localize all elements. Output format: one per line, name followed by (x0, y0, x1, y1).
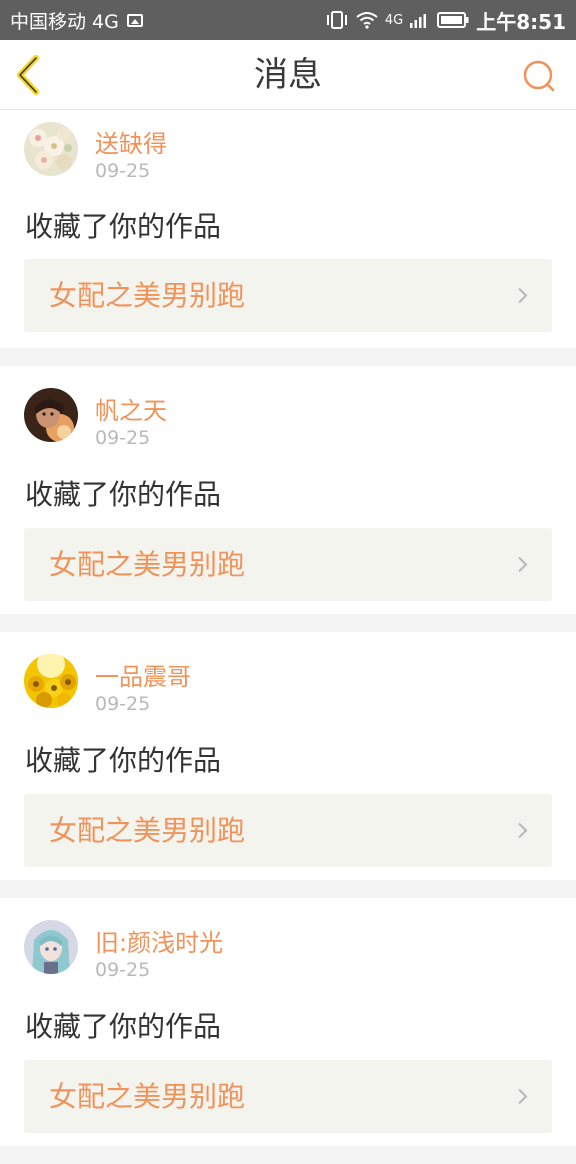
battery-icon (437, 12, 469, 28)
message-card: 一品震哥 09-25 收藏了你的作品 女配之美男别跑 (0, 632, 576, 880)
message-date: 09-25 (95, 427, 151, 449)
message-date: 09-25 (95, 693, 151, 715)
work-link[interactable]: 女配之美男别跑 (24, 259, 552, 332)
wifi-icon (356, 12, 378, 29)
message-card: 送缺得 09-25 收藏了你的作品 女配之美男别跑 (0, 110, 576, 348)
chevron-right-icon (518, 287, 528, 304)
network-type-label: 4G (384, 12, 404, 28)
action-text: 收藏了你的作品 (25, 744, 222, 777)
message-list: 送缺得 09-25 收藏了你的作品 女配之美男别跑 帆之天 09-25 收藏了你… (0, 110, 576, 1164)
avatar[interactable] (24, 122, 78, 176)
chevron-right-icon (518, 822, 528, 839)
message-date: 09-25 (95, 959, 151, 981)
username[interactable]: 一品震哥 (95, 657, 191, 692)
work-title: 女配之美男别跑 (49, 814, 246, 847)
work-link[interactable]: 女配之美男别跑 (24, 528, 552, 601)
search-button[interactable] (520, 57, 558, 95)
message-card: 旧:颜浅时光 09-25 收藏了你的作品 女配之美男别跑 (0, 898, 576, 1146)
top-navigation-bar: 消息 (0, 40, 576, 110)
sunflower-avatar-image (24, 654, 78, 708)
action-text: 收藏了你的作品 (25, 478, 222, 511)
username[interactable]: 帆之天 (95, 391, 167, 426)
username[interactable]: 旧:颜浅时光 (95, 923, 223, 958)
work-title: 女配之美男别跑 (49, 1080, 246, 1113)
page-title: 消息 (254, 55, 322, 95)
flower-avatar-image (24, 122, 78, 176)
search-icon (523, 60, 555, 92)
work-link[interactable]: 女配之美男别跑 (24, 1060, 552, 1133)
avatar[interactable] (24, 654, 78, 708)
chevron-right-icon (518, 556, 528, 573)
work-title: 女配之美男别跑 (49, 279, 246, 312)
action-text: 收藏了你的作品 (25, 210, 222, 243)
avatar[interactable] (24, 388, 78, 442)
username[interactable]: 送缺得 (95, 124, 167, 159)
carrier-label: 中国移动 4G (10, 10, 119, 33)
chevron-right-icon (518, 1088, 528, 1105)
message-card: 帆之天 09-25 收藏了你的作品 女配之美男别跑 (0, 366, 576, 614)
image-notification-icon (126, 13, 143, 27)
action-text: 收藏了你的作品 (25, 1010, 222, 1043)
message-date: 09-25 (95, 160, 151, 182)
avatar[interactable] (24, 920, 78, 974)
status-bar: 中国移动 4G 4G 上午8:51 (0, 0, 576, 40)
person-avatar-image (24, 388, 78, 442)
signal-icon (410, 14, 427, 28)
anime-avatar-image (24, 920, 78, 974)
work-link[interactable]: 女配之美男别跑 (24, 794, 552, 867)
vibrate-icon (326, 11, 347, 29)
clock: 上午8:51 (476, 9, 566, 34)
work-title: 女配之美男别跑 (49, 548, 246, 581)
